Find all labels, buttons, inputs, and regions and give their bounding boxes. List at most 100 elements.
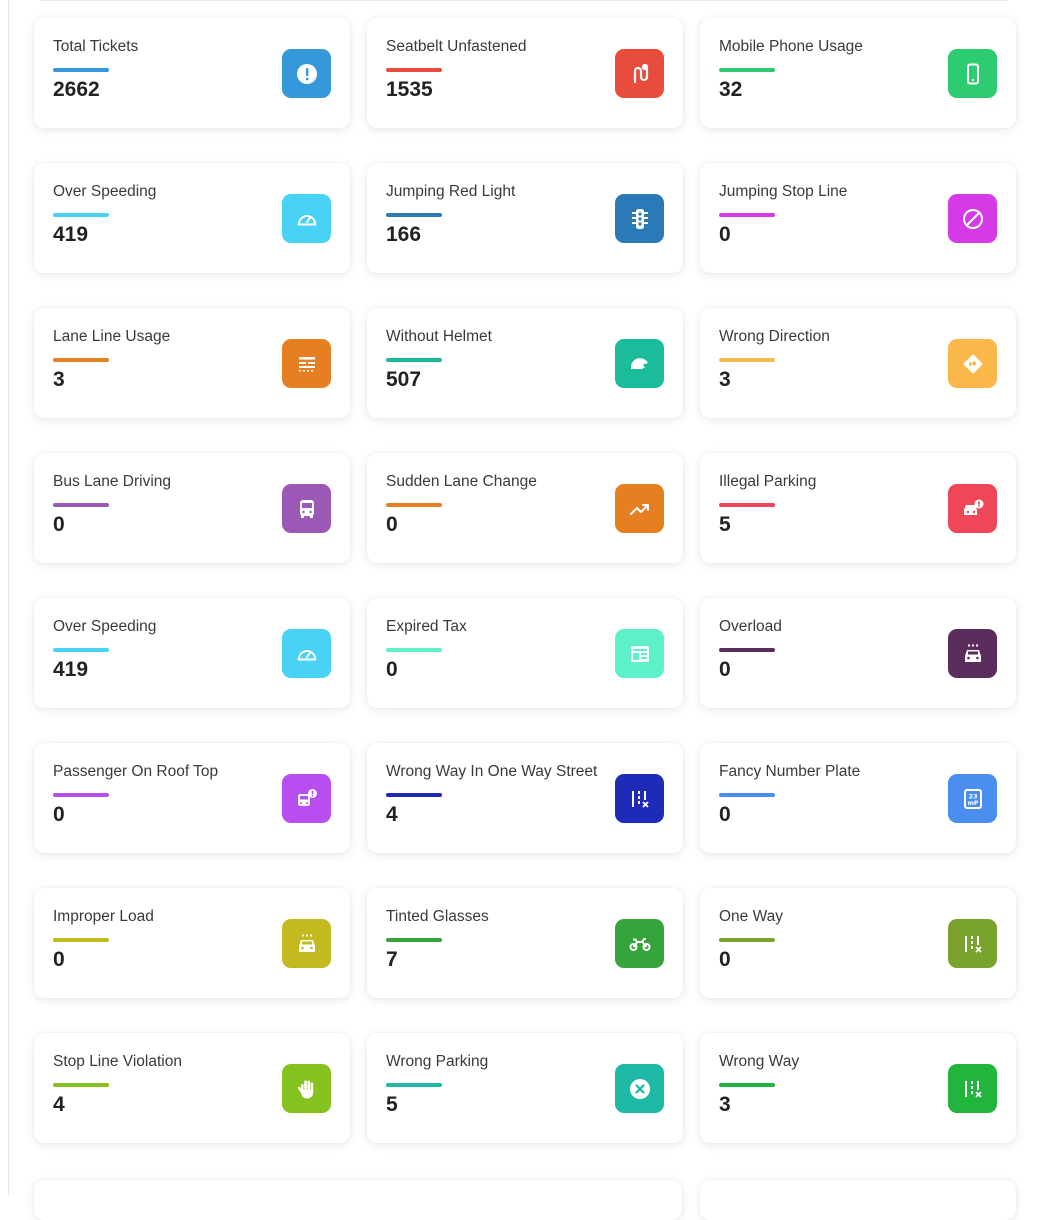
stat-card[interactable]: Passenger On Roof Top 0: [34, 743, 350, 853]
stat-card-accent-bar: [386, 213, 442, 217]
stat-card-accent-bar: [386, 1083, 442, 1087]
stat-card-accent-bar: [53, 358, 109, 362]
stat-card-title: Wrong Direction: [719, 328, 830, 345]
stat-card-value: 0: [719, 948, 731, 971]
car-alert-icon: [948, 484, 997, 533]
stat-card-accent-bar: [386, 648, 442, 652]
mobile-phone-icon: [948, 49, 997, 98]
stat-card-accent-bar: [386, 358, 442, 362]
stat-card-accent-bar: [53, 648, 109, 652]
partial-card-left: [34, 1180, 682, 1220]
stat-card[interactable]: Over Speeding 419: [34, 598, 350, 708]
seatbelt-icon: [615, 49, 664, 98]
stat-card-value: 0: [719, 223, 731, 246]
stat-card-title: One Way: [719, 908, 784, 925]
stat-card[interactable]: Wrong Way 3: [700, 1033, 1016, 1143]
stat-card-value: 1535: [386, 78, 433, 101]
stat-card-accent-bar: [53, 1083, 109, 1087]
stat-card-value: 419: [53, 223, 89, 246]
stat-card-accent-bar: [719, 358, 775, 362]
stat-card-value: 5: [386, 1093, 398, 1116]
stat-card-value: 32: [719, 78, 743, 101]
one-way-road-icon: [948, 1064, 997, 1113]
stat-card[interactable]: Over Speeding 419: [34, 163, 350, 273]
stat-card[interactable]: Seatbelt Unfastened 1535: [367, 18, 683, 128]
stat-card-accent-bar: [53, 68, 109, 72]
stat-card[interactable]: Improper Load 0: [34, 888, 350, 998]
stat-card[interactable]: Tinted Glasses 7: [367, 888, 683, 998]
trending-up-icon: [615, 484, 664, 533]
stat-card-title: Over Speeding: [53, 183, 157, 200]
stat-card[interactable]: Lane Line Usage 3: [34, 308, 350, 418]
stat-card[interactable]: Fancy Number Plate 0 23 mP: [700, 743, 1016, 853]
stat-card[interactable]: Stop Line Violation 4: [34, 1033, 350, 1143]
stat-card-value: 3: [719, 368, 731, 391]
number-plate-icon: 23 mP: [948, 774, 997, 823]
stat-card-title: Wrong Way In One Way Street: [386, 763, 598, 780]
helmet-icon: [615, 339, 664, 388]
top-divider: [40, 0, 1008, 1]
stat-card[interactable]: Jumping Red Light 166: [367, 163, 683, 273]
stat-card-title: Stop Line Violation: [53, 1053, 182, 1070]
direction-sign-icon: [948, 339, 997, 388]
stat-card[interactable]: Wrong Parking 5: [367, 1033, 683, 1143]
stat-card-title: Lane Line Usage: [53, 328, 171, 345]
stat-card-value: 0: [386, 513, 398, 536]
stat-card-title: Total Tickets: [53, 38, 139, 55]
stat-card[interactable]: Total Tickets 2662: [34, 18, 350, 128]
stat-card-title: Seatbelt Unfastened: [386, 38, 527, 55]
alert-circle-icon: [282, 49, 331, 98]
lane-lines-icon: [282, 339, 331, 388]
block-icon: [948, 194, 997, 243]
stat-card[interactable]: Illegal Parking 5: [700, 453, 1016, 563]
stat-card-title: Over Speeding: [53, 618, 157, 635]
stat-card-title: Wrong Way: [719, 1053, 800, 1070]
stat-card-value: 507: [386, 368, 422, 391]
stat-card-title: Without Helmet: [386, 328, 492, 345]
partial-card-right: [700, 1180, 1016, 1220]
stat-card-title: Sudden Lane Change: [386, 473, 537, 490]
speedometer-icon: [282, 629, 331, 678]
stat-card[interactable]: Expired Tax 0: [367, 598, 683, 708]
stat-card-title: Overload: [719, 618, 782, 635]
stat-card-title: Fancy Number Plate: [719, 763, 861, 780]
left-divider: [8, 0, 9, 1196]
stat-card-value: 166: [386, 223, 422, 246]
stat-card[interactable]: Wrong Way In One Way Street 4: [367, 743, 683, 853]
stat-card-title: Expired Tax: [386, 618, 467, 635]
stat-card-accent-bar: [53, 793, 109, 797]
stat-card-title: Illegal Parking: [719, 473, 817, 490]
stat-card[interactable]: Overload 0: [700, 598, 1016, 708]
loaded-car-icon: [282, 919, 331, 968]
bus-alert-icon: [282, 774, 331, 823]
svg-text:mP: mP: [967, 800, 978, 807]
stat-card[interactable]: Sudden Lane Change 0: [367, 453, 683, 563]
stats-grid: Total Tickets 2662 Seatbelt Unfastened 1…: [34, 18, 1016, 1143]
stat-card[interactable]: Jumping Stop Line 0: [700, 163, 1016, 273]
stat-card[interactable]: One Way 0: [700, 888, 1016, 998]
stat-card[interactable]: Bus Lane Driving 0: [34, 453, 350, 563]
stat-card-value: 4: [386, 803, 398, 826]
stat-card-title: Wrong Parking: [386, 1053, 489, 1070]
stat-card[interactable]: Mobile Phone Usage 32: [700, 18, 1016, 128]
stat-card-accent-bar: [719, 793, 775, 797]
stat-card-value: 0: [719, 658, 731, 681]
tax-document-icon: [615, 629, 664, 678]
stat-card-value: 0: [53, 948, 65, 971]
stat-card[interactable]: Wrong Direction 3: [700, 308, 1016, 418]
stat-card[interactable]: Without Helmet 507: [367, 308, 683, 418]
stat-card-accent-bar: [386, 503, 442, 507]
stat-card-value: 5: [719, 513, 731, 536]
stat-card-value: 0: [719, 803, 731, 826]
close-circle-icon: [615, 1064, 664, 1113]
bus-icon: [282, 484, 331, 533]
hand-stop-icon: [282, 1064, 331, 1113]
stat-card-value: 0: [53, 513, 65, 536]
stat-card-accent-bar: [53, 938, 109, 942]
stat-card-accent-bar: [719, 68, 775, 72]
stat-card-value: 3: [53, 368, 65, 391]
stat-card-title: Tinted Glasses: [386, 908, 489, 925]
stat-card-value: 3: [719, 1093, 731, 1116]
stat-card-title: Passenger On Roof Top: [53, 763, 219, 780]
stat-card-title: Mobile Phone Usage: [719, 38, 863, 55]
